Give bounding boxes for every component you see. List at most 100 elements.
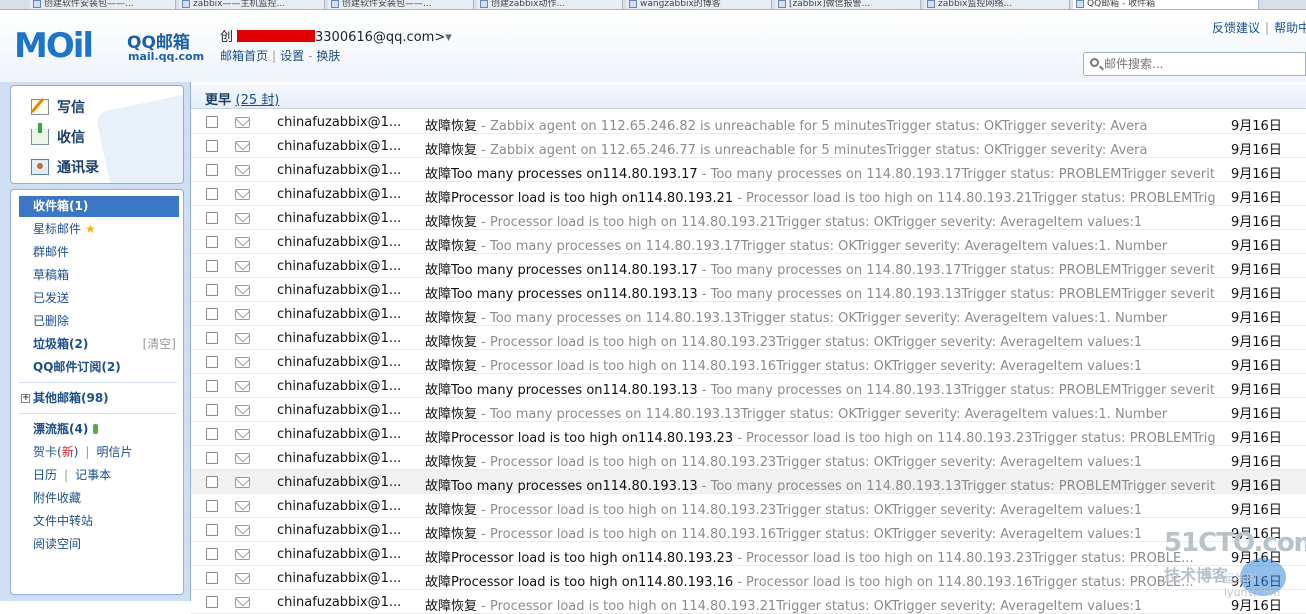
browser-tab[interactable]: zabbix监控网络...	[924, 0, 1070, 9]
link-help[interactable]: 帮助中	[1274, 21, 1306, 35]
email-subject-line[interactable]: 故障恢复 - Processor load is too high on 114…	[425, 595, 1215, 614]
email-checkbox[interactable]	[206, 188, 218, 200]
email-sender[interactable]: chinafuzabbix@1...	[277, 331, 401, 346]
email-checkbox[interactable]	[206, 476, 218, 488]
email-subject-line[interactable]: 故障Processor load is too high on114.80.19…	[425, 427, 1215, 446]
browser-tab[interactable]: QQ邮箱 - 收件箱	[1073, 0, 1259, 9]
email-sender[interactable]: chinafuzabbix@1...	[277, 523, 401, 538]
email-subject-line[interactable]: 故障恢复 - Processor load is too high on 114…	[425, 499, 1215, 518]
email-row[interactable]: chinafuzabbix@1... 故障恢复 - Processor load …	[191, 350, 1306, 374]
email-subject-line[interactable]: 故障Too many processes on114.80.193.13 - T…	[425, 379, 1215, 398]
email-row[interactable]: chinafuzabbix@1... 故障Too many processes o…	[191, 470, 1306, 494]
folder-reading[interactable]: 阅读空间	[19, 534, 179, 555]
email-sender[interactable]: chinafuzabbix@1...	[277, 427, 401, 442]
email-sender[interactable]: chinafuzabbix@1...	[277, 571, 401, 586]
browser-tab[interactable]: 创建软件安装包——...	[30, 0, 176, 9]
email-row[interactable]: chinafuzabbix@1... 故障Processor load is to…	[191, 542, 1306, 566]
folder-postcards[interactable]: 明信片	[96, 445, 132, 459]
search-icon[interactable]	[1090, 58, 1099, 67]
email-row[interactable]: chinafuzabbix@1... 故障恢复 - Processor load …	[191, 206, 1306, 230]
folder-calendar[interactable]: 日历	[33, 468, 57, 482]
email-row[interactable]: chinafuzabbix@1... 故障恢复 - Too many proces…	[191, 398, 1306, 422]
email-subject-line[interactable]: 故障恢复 - Too many processes on 114.80.193.…	[425, 403, 1215, 422]
folder-other-mailboxes[interactable]: + 其他邮箱(98)	[19, 388, 179, 409]
email-row[interactable]: chinafuzabbix@1... 故障恢复 - Too many proces…	[191, 302, 1306, 326]
clear-spam-link[interactable]: [清空]	[143, 334, 176, 355]
email-sender[interactable]: chinafuzabbix@1...	[277, 475, 401, 490]
compose-button[interactable]: 写信	[31, 97, 85, 121]
link-settings[interactable]: 设置	[280, 49, 304, 63]
email-sender[interactable]: chinafuzabbix@1...	[277, 595, 401, 610]
link-mail-home[interactable]: 邮箱首页	[220, 49, 268, 63]
folder-notes[interactable]: 记事本	[75, 468, 111, 482]
email-checkbox[interactable]	[206, 212, 218, 224]
folder-group[interactable]: 群邮件	[19, 242, 179, 263]
user-account[interactable]: 创 3300616@qq.com>▾	[220, 26, 452, 45]
chevron-down-icon[interactable]: ▾	[445, 30, 452, 45]
folder-starred[interactable]: 星标邮件 ★	[19, 219, 179, 240]
email-subject-line[interactable]: 故障恢复 - Too many processes on 114.80.193.…	[425, 307, 1215, 326]
email-row[interactable]: chinafuzabbix@1... 故障Processor load is to…	[191, 182, 1306, 206]
email-subject-line[interactable]: 故障Processor load is too high on114.80.19…	[425, 571, 1215, 590]
folder-deleted[interactable]: 已删除	[19, 311, 179, 332]
email-checkbox[interactable]	[206, 284, 218, 296]
email-row[interactable]: chinafuzabbix@1... 故障恢复 - Too many proces…	[191, 230, 1306, 254]
folder-subscriptions[interactable]: QQ邮件订阅(2)	[19, 357, 179, 378]
browser-tab[interactable]: wangzabbix的博客	[626, 0, 772, 9]
link-feedback[interactable]: 反馈建议	[1212, 21, 1260, 35]
browser-tab[interactable]: zabbix——主机监控...	[179, 0, 325, 9]
email-subject-line[interactable]: 故障Too many processes on114.80.193.17 - T…	[425, 259, 1215, 278]
email-row[interactable]: chinafuzabbix@1... 故障Too many processes o…	[191, 374, 1306, 398]
email-sender[interactable]: chinafuzabbix@1...	[277, 211, 401, 226]
browser-tab[interactable]: 创建zabbix动作...	[477, 0, 623, 9]
email-row[interactable]: chinafuzabbix@1... 故障恢复 - Zabbix agent on…	[191, 134, 1306, 158]
folder-inbox[interactable]: 收件箱(1)	[19, 196, 179, 217]
group-count[interactable]: (25 封)	[236, 93, 280, 108]
folder-drafts[interactable]: 草稿箱	[19, 265, 179, 286]
email-sender[interactable]: chinafuzabbix@1...	[277, 187, 401, 202]
email-subject-line[interactable]: 故障恢复 - Processor load is too high on 114…	[425, 211, 1215, 230]
email-sender[interactable]: chinafuzabbix@1...	[277, 451, 401, 466]
mail-search-box[interactable]	[1083, 52, 1306, 76]
browser-tab[interactable]: 创建软件安装包——...	[328, 0, 474, 9]
email-row[interactable]: chinafuzabbix@1... 故障恢复 - Processor load …	[191, 590, 1306, 614]
email-row[interactable]: chinafuzabbix@1... 故障恢复 - Processor load …	[191, 326, 1306, 350]
email-checkbox[interactable]	[206, 308, 218, 320]
email-checkbox[interactable]	[206, 572, 218, 584]
email-subject-line[interactable]: 故障恢复 - Processor load is too high on 114…	[425, 355, 1215, 374]
email-subject-line[interactable]: 故障Too many processes on114.80.193.17 - T…	[425, 163, 1215, 182]
email-checkbox[interactable]	[206, 260, 218, 272]
email-row[interactable]: chinafuzabbix@1... 故障恢复 - Processor load …	[191, 518, 1306, 542]
email-sender[interactable]: chinafuzabbix@1...	[277, 235, 401, 250]
email-sender[interactable]: chinafuzabbix@1...	[277, 499, 401, 514]
email-checkbox[interactable]	[206, 140, 218, 152]
email-sender[interactable]: chinafuzabbix@1...	[277, 283, 401, 298]
folder-file-transfer[interactable]: 文件中转站	[19, 511, 179, 532]
email-sender[interactable]: chinafuzabbix@1...	[277, 547, 401, 562]
email-row[interactable]: chinafuzabbix@1... 故障Processor load is to…	[191, 566, 1306, 590]
email-row[interactable]: chinafuzabbix@1... 故障恢复 - Processor load …	[191, 494, 1306, 518]
folder-sent[interactable]: 已发送	[19, 288, 179, 309]
email-checkbox[interactable]	[206, 428, 218, 440]
email-sender[interactable]: chinafuzabbix@1...	[277, 379, 401, 394]
email-sender[interactable]: chinafuzabbix@1...	[277, 163, 401, 178]
email-sender[interactable]: chinafuzabbix@1...	[277, 139, 401, 154]
email-checkbox[interactable]	[206, 164, 218, 176]
email-row[interactable]: chinafuzabbix@1... 故障恢复 - Processor load …	[191, 446, 1306, 470]
email-sender[interactable]: chinafuzabbix@1...	[277, 307, 401, 322]
folder-cards[interactable]: 贺卡(新)	[33, 445, 78, 459]
email-checkbox[interactable]	[206, 356, 218, 368]
email-row[interactable]: chinafuzabbix@1... 故障恢复 - Zabbix agent on…	[191, 110, 1306, 134]
email-subject-line[interactable]: 故障恢复 - Zabbix agent on 112.65.246.77 is …	[425, 139, 1215, 158]
email-checkbox[interactable]	[206, 404, 218, 416]
email-checkbox[interactable]	[206, 452, 218, 464]
email-sender[interactable]: chinafuzabbix@1...	[277, 403, 401, 418]
email-subject-line[interactable]: 故障Processor load is too high on114.80.19…	[425, 547, 1215, 566]
email-checkbox[interactable]	[206, 380, 218, 392]
email-row[interactable]: chinafuzabbix@1... 故障Too many processes o…	[191, 278, 1306, 302]
email-sender[interactable]: chinafuzabbix@1...	[277, 259, 401, 274]
email-checkbox[interactable]	[206, 116, 218, 128]
qq-mail-logo[interactable]: MOil QQ邮箱 mail.qq.com	[14, 26, 204, 74]
email-checkbox[interactable]	[206, 332, 218, 344]
email-checkbox[interactable]	[206, 236, 218, 248]
